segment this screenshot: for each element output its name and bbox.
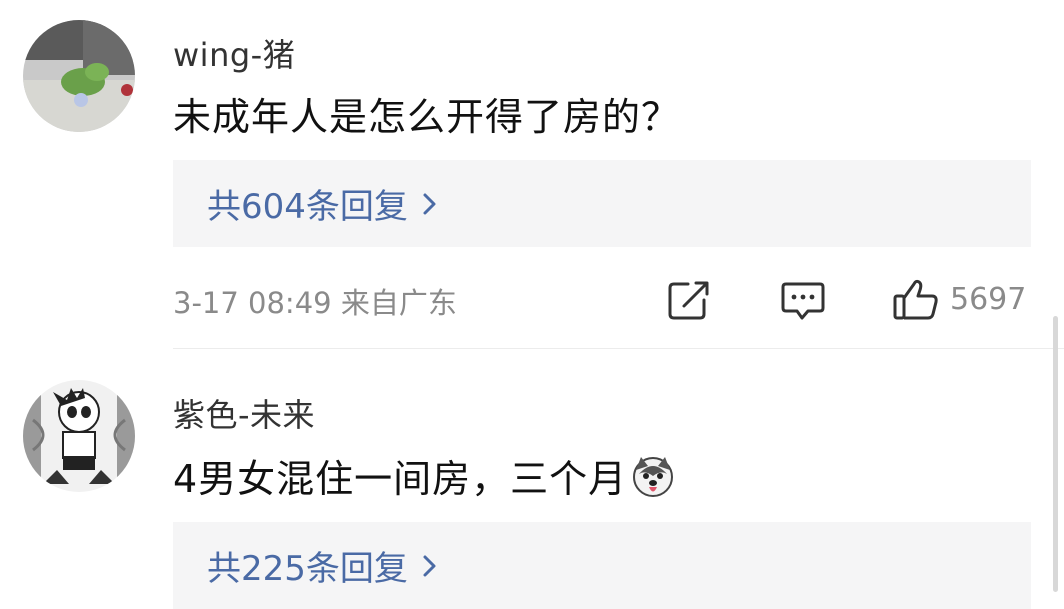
thumbs-up-icon	[893, 279, 938, 320]
comment-bubble-icon	[781, 282, 825, 320]
comment-text: 未成年人是怎么开得了房的？	[173, 95, 681, 139]
astro-boy-avatar-icon	[23, 380, 135, 492]
share-edit-icon	[668, 281, 709, 320]
scrollbar[interactable]	[1053, 316, 1058, 592]
view-replies-link[interactable]: 共225条回复	[207, 541, 440, 590]
divider	[173, 348, 1064, 349]
comment-button[interactable]	[780, 278, 826, 322]
hydrangea-photo-avatar-icon	[23, 20, 135, 132]
chevron-right-icon	[423, 193, 436, 214]
share-button[interactable]	[666, 278, 712, 322]
comment-text: 4男女混住一间房，三个月	[173, 448, 675, 503]
like-count: 5697	[950, 281, 1027, 317]
reply-summary-box[interactable]: 共225条回复	[173, 522, 1031, 609]
view-replies-link[interactable]: 共604条回复	[207, 179, 440, 228]
avatar[interactable]	[23, 20, 135, 132]
username[interactable]: 紫色-未来	[173, 390, 315, 436]
like-button[interactable]: 5697	[892, 276, 1026, 322]
username[interactable]: wing-猪	[173, 30, 295, 76]
husky-dog-emoji-icon	[633, 456, 674, 497]
avatar[interactable]	[23, 380, 135, 492]
chevron-right-icon	[423, 555, 436, 576]
reply-summary-box[interactable]: 共604条回复	[173, 160, 1031, 247]
comment-meta: 3-17 08:49 来自广东	[173, 286, 457, 320]
